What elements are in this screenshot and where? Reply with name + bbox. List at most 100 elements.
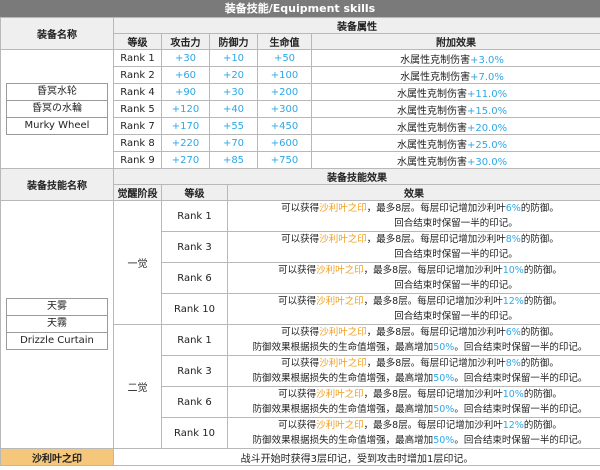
attr-effect-text: 水属性克制伤害 [400,54,471,66]
stage-1-label: 一觉 [113,200,162,325]
equipment-name-en: Murky Wheel [6,116,108,135]
attr-hp: +600 [257,134,312,152]
attr-effect-value: +30.0% [466,156,508,168]
skill-rank: Rank 10 [161,293,228,325]
attr-atk: +60 [161,66,210,84]
equipment-name-header: 装备名称 [0,17,114,50]
skill-name-header: 装备技能名称 [0,168,114,201]
attr-effect-value: +25.0% [466,139,508,151]
attr-hp: +200 [257,83,312,101]
attr-effect-value: +15.0% [466,105,508,117]
attr-rank: Rank 4 [113,83,162,101]
equipment-skills-page: 装备技能/Equipment skills 装备名称 装备属性 等级 攻击力 防… [0,0,600,470]
col-hp-header: 生命值 [257,33,312,50]
skill-rank: Rank 6 [161,262,228,294]
skill-effect-header: 装备技能效果 [112,168,600,185]
attr-effect-value: +20.0% [466,122,508,134]
equipment-names-cell: 昏冥水轮 昏冥の水輪 Murky Wheel [0,49,114,169]
skill-effect-line-2: 回合结束时保留一半的印记。 [394,311,518,322]
attr-hp: +750 [257,151,312,169]
mark-name-label: 沙利叶之印 [0,448,114,466]
skill-effect-line-1: 可以获得沙利叶之印，最多8层。每层印记增加沙利叶8%的防御。 [281,358,559,369]
skill-name-jp: 天霧 [6,315,108,333]
skill-effect-line-1: 可以获得沙利叶之印，最多8层。每层印记增加沙利叶6%的防御。 [281,327,559,338]
skill-effect: 可以获得沙利叶之印，最多8层。每层印记增加沙利叶10%的防御。 防御效果根据损失… [226,386,600,418]
col-atk-header: 攻击力 [161,33,210,50]
attr-rank: Rank 7 [113,117,162,135]
attr-effect: 水属性克制伤害+7.0% [310,66,600,84]
skill-effect-line-1: 可以获得沙利叶之印，最多8层。每层印记增加沙利叶12%的防御。 [278,296,562,307]
equipment-name-jp: 昏冥の水輪 [6,99,108,118]
attr-atk: +90 [161,83,210,101]
attr-effect: 水属性克制伤害+11.0% [310,83,600,101]
attr-hp: +100 [257,66,312,84]
skill-effect-line-2: 防御效果根据损失的生命值增强，最高增加50%。回合结束时保留一半的印记。 [252,404,588,415]
col-skill-rank-header: 等级 [161,184,228,201]
attr-atk: +220 [161,134,210,152]
attr-def: +70 [209,134,258,152]
skill-effect-line-2: 防御效果根据损失的生命值增强，最高增加50%。回合结束时保留一半的印记。 [252,342,588,353]
col-rank-header: 等级 [113,33,162,50]
attr-effect-value: +3.0% [470,54,504,66]
skill-effect-line-2: 防御效果根据损失的生命值增强，最高增加50%。回合结束时保留一半的印记。 [252,435,588,446]
attr-def: +40 [209,100,258,118]
skill-effect-line-2: 回合结束时保留一半的印记。 [394,280,518,291]
skill-effect: 可以获得沙利叶之印，最多8层。每层印记增加沙利叶12%的防御。 防御效果根据损失… [226,417,600,449]
skill-effect-line-2: 防御效果根据损失的生命值增强，最高增加50%。回合结束时保留一半的印记。 [252,373,588,384]
equipment-attributes-table: 装备名称 装备属性 等级 攻击力 防御力 生命值 附加效果 昏冥水轮 昏冥の水輪… [0,17,600,169]
attr-rank: Rank 1 [113,49,162,67]
attr-rank: Rank 9 [113,151,162,169]
attr-effect: 水属性克制伤害+3.0% [310,49,600,67]
col-effect-header: 附加效果 [310,33,600,50]
skill-rank: Rank 6 [161,386,228,418]
attr-rank: Rank 2 [113,66,162,84]
attr-effect-value: +11.0% [466,88,508,100]
skill-name-cn: 天雾 [6,298,108,316]
mark-description: 战斗开始时获得3层印记，受到攻击时增加1层印记。 [112,448,600,466]
skill-effect: 可以获得沙利叶之印，最多8层。每层印记增加沙利叶6%的防御。 回合结束时保留一半… [226,200,600,232]
attr-effect: 水属性克制伤害+25.0% [310,134,600,152]
skill-rank: Rank 10 [161,417,228,449]
skill-rank: Rank 1 [161,324,228,356]
attr-effect-text: 水属性克制伤害 [396,139,467,151]
attr-atk: +170 [161,117,210,135]
attr-rank: Rank 5 [113,100,162,118]
skill-rank: Rank 3 [161,355,228,387]
attr-effect-text: 水属性克制伤害 [396,105,467,117]
skill-effect: 可以获得沙利叶之印，最多8层。每层印记增加沙利叶8%的防御。 回合结束时保留一半… [226,231,600,263]
attr-hp: +50 [257,49,312,67]
skill-rank: Rank 3 [161,231,228,263]
col-stage-header: 觉醒阶段 [113,184,162,201]
skill-effect-line-1: 可以获得沙利叶之印，最多8层。每层印记增加沙利叶6%的防御。 [281,203,559,214]
col-skill-effect-header: 效果 [226,184,600,201]
skill-effect-line-1: 可以获得沙利叶之印，最多8层。每层印记增加沙利叶10%的防御。 [278,389,562,400]
skill-effect: 可以获得沙利叶之印，最多8层。每层印记增加沙利叶10%的防御。 回合结束时保留一… [226,262,600,294]
attr-effect: 水属性克制伤害+20.0% [310,117,600,135]
col-def-header: 防御力 [209,33,258,50]
attr-atk: +270 [161,151,210,169]
attr-effect: 水属性克制伤害+30.0% [310,151,600,169]
skill-effect-line-1: 可以获得沙利叶之印，最多8层。每层印记增加沙利叶12%的防御。 [278,420,562,431]
attr-def: +30 [209,83,258,101]
attr-atk: +120 [161,100,210,118]
attr-def: +55 [209,117,258,135]
equipment-skills-table: 装备技能名称 装备技能效果 觉醒阶段 等级 效果 天雾 天霧 Drizzle C… [0,168,600,466]
attr-atk: +30 [161,49,210,67]
attr-effect-value: +7.0% [470,71,504,83]
skill-effect: 可以获得沙利叶之印，最多8层。每层印记增加沙利叶8%的防御。 防御效果根据损失的… [226,355,600,387]
equipment-attr-header: 装备属性 [112,17,600,34]
attr-effect-text: 水属性克制伤害 [396,122,467,134]
skill-effect-line-2: 回合结束时保留一半的印记。 [394,249,518,260]
skill-effect: 可以获得沙利叶之印，最多8层。每层印记增加沙利叶6%的防御。 防御效果根据损失的… [226,324,600,356]
attr-hp: +450 [257,117,312,135]
attr-effect-text: 水属性克制伤害 [400,71,471,83]
attr-def: +10 [209,49,258,67]
skill-effect-line-1: 可以获得沙利叶之印，最多8层。每层印记增加沙利叶8%的防御。 [281,234,559,245]
attr-hp: +300 [257,100,312,118]
attr-rank: Rank 8 [113,134,162,152]
skill-effect: 可以获得沙利叶之印，最多8层。每层印记增加沙利叶12%的防御。 回合结束时保留一… [226,293,600,325]
attr-effect: 水属性克制伤害+15.0% [310,100,600,118]
skill-effect-line-2: 回合结束时保留一半的印记。 [394,218,518,229]
attr-def: +20 [209,66,258,84]
attr-def: +85 [209,151,258,169]
